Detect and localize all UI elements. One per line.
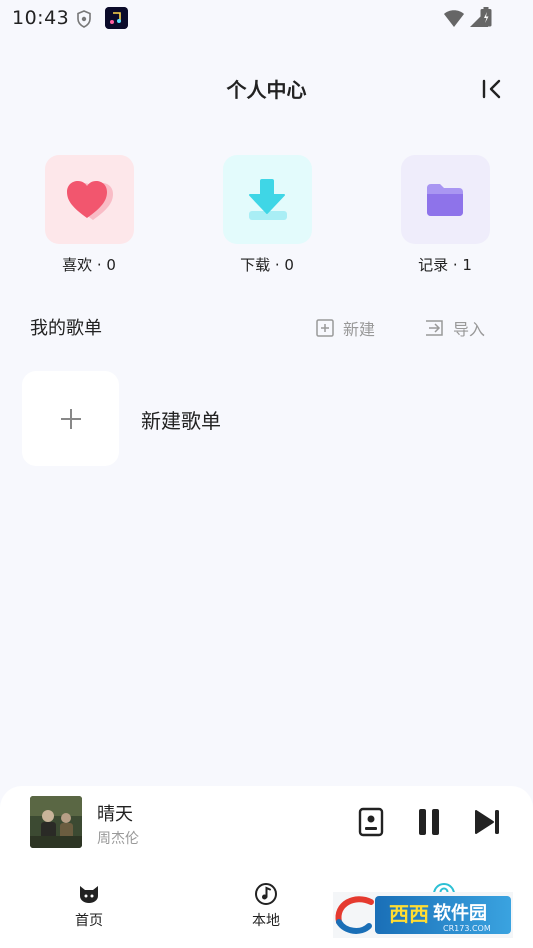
import-playlist-button[interactable]: 导入 (424, 316, 485, 340)
heart-icon (67, 180, 113, 220)
cat-icon (77, 882, 101, 906)
history-card[interactable]: 记录 · 1 (400, 155, 490, 275)
status-bar: 10:43 (0, 0, 533, 38)
svg-text:西西: 西西 (389, 902, 429, 926)
song-artist: 周杰伦 (97, 831, 139, 847)
favorites-tile[interactable] (44, 155, 134, 244)
shield-icon (77, 10, 91, 28)
mini-player[interactable]: 晴天 周杰伦 (0, 786, 533, 858)
album-cover[interactable] (30, 796, 82, 848)
favorites-card[interactable]: 喜欢 · 0 (44, 155, 134, 275)
wifi-icon (444, 10, 464, 27)
history-label: 记录 · 1 (418, 256, 472, 274)
download-icon (249, 178, 287, 220)
new-playlist-button-label: 新建 (343, 320, 376, 339)
pause-icon (419, 809, 439, 835)
plus-icon (60, 408, 81, 429)
music-app-notification-icon (105, 7, 128, 29)
svg-text:CR173.COM: CR173.COM (443, 924, 491, 933)
create-playlist-tile[interactable] (22, 371, 119, 466)
add-box-icon (316, 319, 334, 337)
playlists-title: 我的歌单 (30, 318, 102, 339)
downloads-card[interactable]: 下载 · 0 (222, 155, 312, 275)
favorites-label: 喜欢 · 0 (62, 256, 116, 274)
site-watermark-logo: 西西 软件园 CR173.COM (333, 892, 513, 938)
svg-text:软件园: 软件园 (433, 902, 487, 924)
skip-next-icon (475, 810, 499, 834)
history-tile[interactable] (400, 155, 490, 244)
pause-button[interactable] (413, 806, 445, 838)
nav-local[interactable]: 本地 (226, 882, 306, 930)
nav-home[interactable]: 首页 (49, 882, 129, 930)
nav-home-label: 首页 (75, 913, 103, 929)
playlist-book-icon (358, 807, 384, 837)
status-time: 10:43 (12, 7, 70, 29)
page-title: 个人中心 (226, 78, 307, 102)
collapse-icon[interactable] (480, 77, 504, 101)
battery-icon (480, 7, 492, 27)
create-playlist-label[interactable]: 新建歌单 (141, 405, 221, 434)
new-playlist-button[interactable]: 新建 (316, 316, 375, 340)
music-note-icon (254, 882, 278, 906)
downloads-label: 下载 · 0 (240, 256, 294, 274)
folder-icon (427, 183, 463, 216)
nav-local-label: 本地 (252, 913, 280, 929)
song-title: 晴天 (97, 804, 133, 825)
downloads-tile[interactable] (222, 155, 312, 244)
next-button[interactable] (472, 806, 504, 838)
import-icon (426, 320, 443, 336)
playlist-queue-button[interactable] (355, 806, 387, 838)
import-playlist-button-label: 导入 (453, 320, 486, 339)
screen: 10:43 个人中心 喜欢 · 0 下载 · 0 记录 · 1 我的歌单 新建 … (0, 0, 533, 948)
